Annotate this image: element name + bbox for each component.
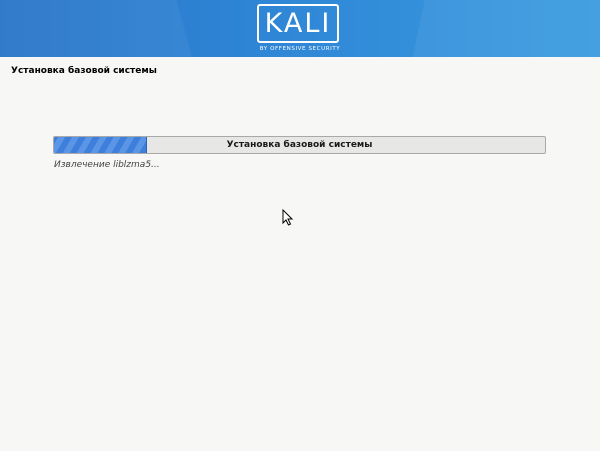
mouse-pointer-icon (282, 209, 294, 226)
installer-banner: KALI BY OFFENSIVE SECURITY (0, 0, 600, 57)
progress-label: Установка базовой системы (226, 140, 373, 150)
kali-logo: KALI (257, 4, 339, 43)
page-title: Установка базовой системы (11, 66, 157, 76)
progress-status-text: Извлечение liblzma5... (54, 160, 160, 170)
install-progress-bar: Установка базовой системы (53, 136, 546, 154)
kali-logo-text: KALI (264, 8, 332, 39)
kali-logo-tagline: BY OFFENSIVE SECURITY (259, 46, 341, 52)
